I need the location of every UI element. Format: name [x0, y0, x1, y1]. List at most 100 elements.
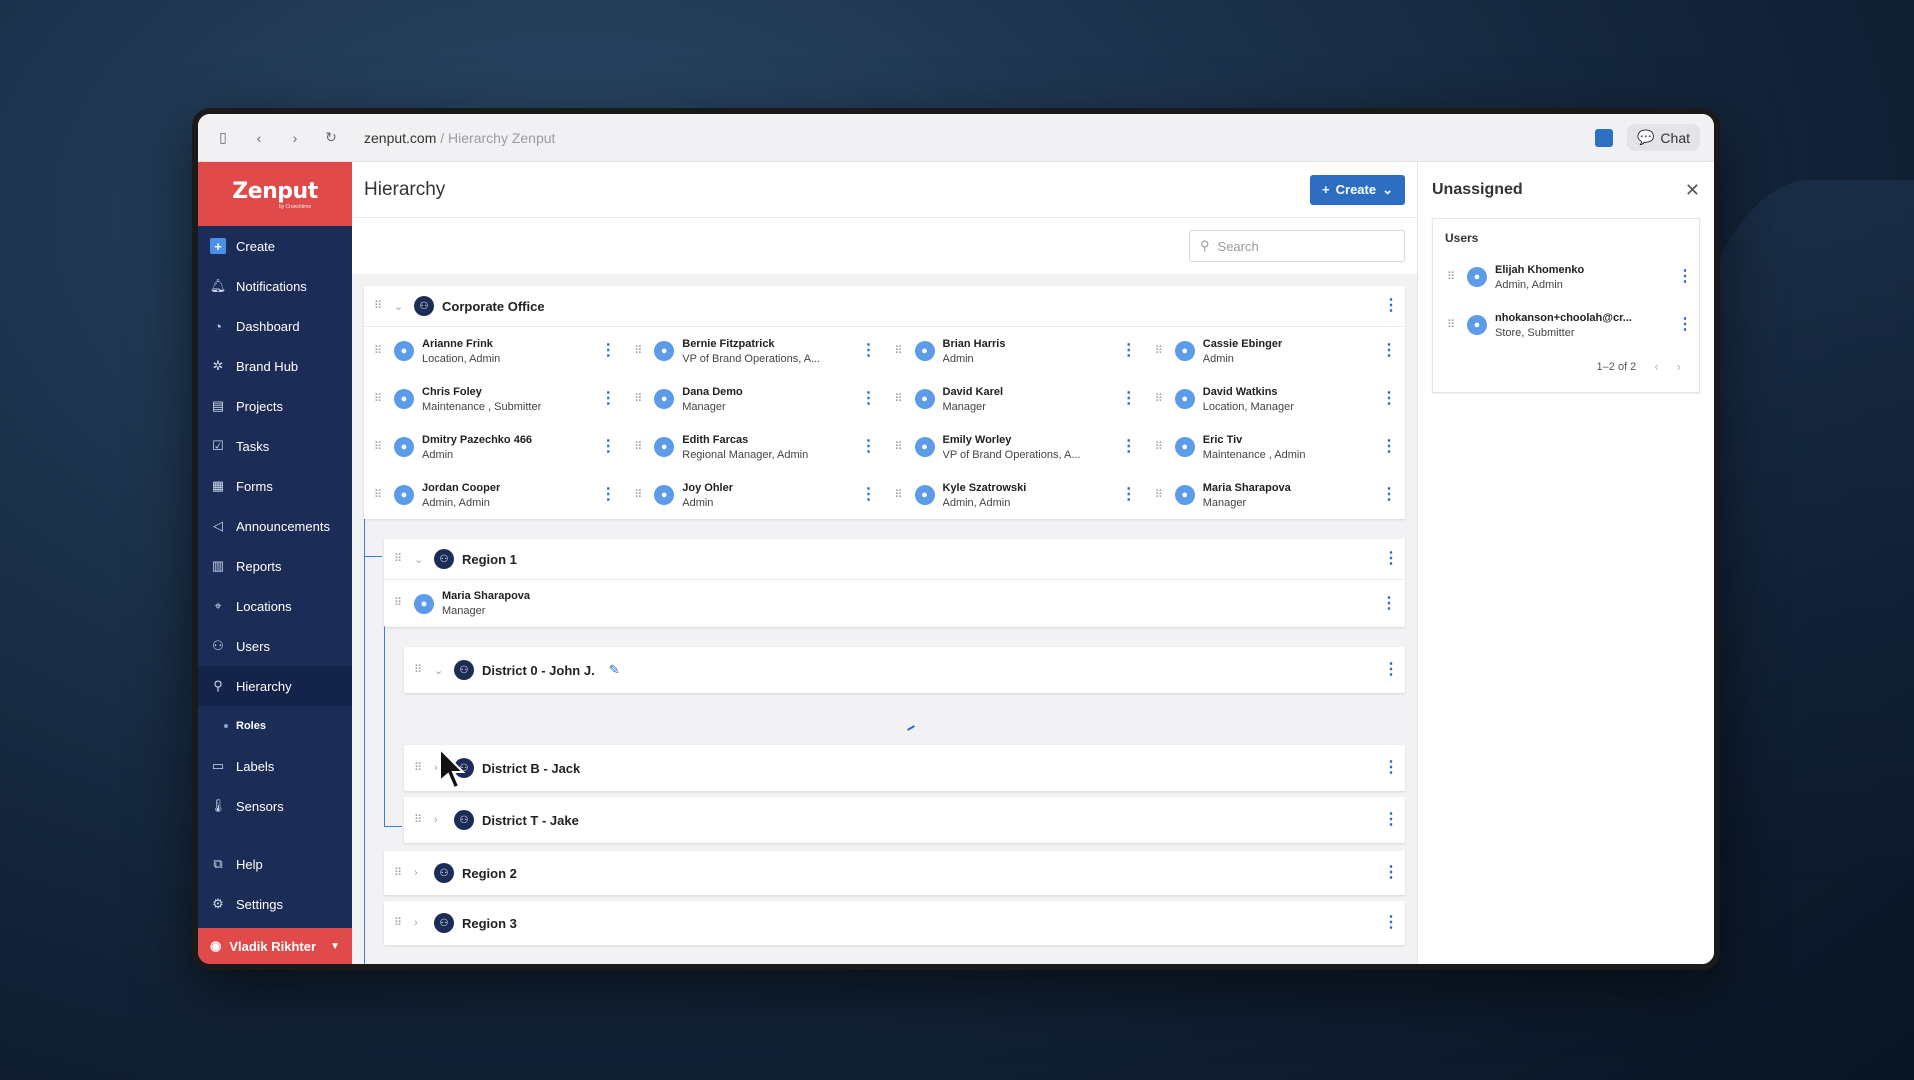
more-vertical-icon[interactable]: ⋮ [1677, 269, 1693, 285]
sidebar-item-projects[interactable]: ▤ Projects [198, 386, 352, 426]
more-vertical-icon[interactable]: ⋮ [1121, 487, 1137, 503]
sidebar-item-tasks[interactable]: ☑ Tasks [198, 426, 352, 466]
user-menu[interactable]: ◉ Vladik Rikhter ▼ [198, 928, 352, 964]
more-vertical-icon[interactable]: ⋮ [1677, 317, 1693, 333]
chevron-down-icon[interactable]: ⌄ [434, 664, 446, 677]
more-vertical-icon[interactable]: ⋮ [1383, 662, 1399, 678]
more-vertical-icon[interactable]: ⋮ [1383, 812, 1399, 828]
sidebar-item-users[interactable]: ⚇ Users [198, 626, 352, 666]
drag-handle-icon[interactable]: ⠿ [634, 489, 646, 501]
chevron-right-icon[interactable]: › [1677, 359, 1681, 374]
sidebar-item-brand-hub[interactable]: ✲ Brand Hub [198, 346, 352, 386]
sidebar-item-labels[interactable]: ▭ Labels [198, 746, 352, 786]
zenput-logo[interactable]: Zenput by Crunchtime [198, 162, 352, 226]
chevron-right-icon[interactable]: › [414, 917, 426, 929]
drag-handle-icon[interactable]: ⠿ [1155, 345, 1167, 357]
chevron-left-icon[interactable]: ‹ [1654, 359, 1658, 374]
sidebar-item-create[interactable]: + Create [198, 226, 352, 266]
sidebar-toggle-icon[interactable]: ▯ [212, 127, 234, 149]
drag-handle-icon[interactable]: ⠿ [394, 553, 406, 565]
drag-handle-icon[interactable]: ⠿ [1155, 489, 1167, 501]
drag-handle-icon[interactable]: ⠿ [634, 441, 646, 453]
sidebar-subitem-roles[interactable]: Roles [198, 706, 352, 746]
search-box[interactable]: ⚲ [1189, 230, 1405, 262]
chevron-down-icon: ⌄ [1382, 181, 1393, 197]
more-vertical-icon[interactable]: ⋮ [600, 439, 616, 455]
more-vertical-icon[interactable]: ⋮ [1121, 439, 1137, 455]
drag-handle-icon[interactable]: ⠿ [374, 489, 386, 501]
drag-handle-icon[interactable]: ⠿ [394, 598, 406, 609]
more-vertical-icon[interactable]: ⋮ [1381, 439, 1397, 455]
search-input[interactable] [1217, 238, 1388, 254]
drag-handle-icon[interactable]: ⠿ [374, 300, 386, 312]
region-2-node: ⠿ › ⚇ Region 2 ⋮ [384, 851, 1405, 895]
drag-handle-icon[interactable]: ⠿ [394, 917, 406, 929]
drag-handle-icon[interactable]: ⠿ [1447, 271, 1459, 283]
more-vertical-icon[interactable]: ⋮ [1383, 551, 1399, 567]
more-vertical-icon[interactable]: ⋮ [1381, 343, 1397, 359]
chevron-down-icon[interactable]: ⌄ [394, 300, 406, 313]
drag-handle-icon[interactable]: ⠿ [895, 489, 907, 501]
sidebar-item-hierarchy[interactable]: ⚲ Hierarchy [198, 666, 352, 706]
more-vertical-icon[interactable]: ⋮ [1383, 865, 1399, 881]
more-vertical-icon[interactable]: ⋮ [1383, 298, 1399, 314]
chevron-right-icon[interactable]: › [434, 814, 446, 826]
drag-handle-icon[interactable]: ⠿ [1155, 441, 1167, 453]
drag-handle-icon[interactable]: ⠿ [634, 393, 646, 405]
drag-handle-icon[interactable]: ⠿ [895, 345, 907, 357]
more-vertical-icon[interactable]: ⋮ [861, 391, 877, 407]
user-role: Admin, Admin [942, 496, 1011, 509]
extension-icon[interactable] [1594, 128, 1613, 147]
sidebar-item-help[interactable]: ⧉ Help [198, 844, 352, 884]
sidebar-item-notifications[interactable]: 🔔︎ Notifications [198, 266, 352, 306]
back-icon[interactable]: ‹ [248, 127, 270, 149]
chevron-right-icon[interactable]: › [414, 867, 426, 879]
more-vertical-icon[interactable]: ⋮ [1381, 391, 1397, 407]
sidebar-item-locations[interactable]: ⌖ Locations [198, 586, 352, 626]
more-vertical-icon[interactable]: ⋮ [861, 439, 877, 455]
more-vertical-icon[interactable]: ⋮ [1121, 343, 1137, 359]
drag-handle-icon[interactable]: ⠿ [374, 393, 386, 405]
more-vertical-icon[interactable]: ⋮ [861, 487, 877, 503]
drag-handle-icon[interactable]: ⠿ [634, 345, 646, 357]
create-button[interactable]: + Create ⌄ [1310, 174, 1405, 205]
drag-handle-icon[interactable]: ⠿ [414, 762, 426, 774]
drag-handle-icon[interactable]: ⠿ [394, 867, 406, 879]
user-name: Bernie Fitzpatrick [682, 337, 775, 350]
user-card: ⠿ ● David Watkins Location, Manager ⋮ [1145, 375, 1405, 423]
more-vertical-icon[interactable]: ⋮ [1383, 915, 1399, 931]
forward-icon[interactable]: › [284, 127, 306, 149]
pencil-icon[interactable]: ✎ [609, 662, 620, 678]
more-vertical-icon[interactable]: ⋮ [861, 343, 877, 359]
reload-icon[interactable]: ↻ [320, 127, 342, 149]
more-vertical-icon[interactable]: ⋮ [600, 487, 616, 503]
more-vertical-icon[interactable]: ⋮ [1121, 391, 1137, 407]
sidebar-item-settings[interactable]: ⚙ Settings [198, 884, 352, 924]
sidebar-item-sensors[interactable]: 🌡︎ Sensors [198, 786, 352, 826]
drag-handle-icon[interactable]: ⠿ [414, 664, 426, 676]
drag-handle-icon[interactable]: ⠿ [895, 393, 907, 405]
chat-button[interactable]: 💬 Chat [1626, 124, 1700, 151]
drag-handle-icon[interactable]: ⠿ [1447, 319, 1459, 331]
sidebar-item-announcements[interactable]: ◁ Announcements [198, 506, 352, 546]
user-avatar-icon: ● [654, 485, 675, 505]
drag-handle-icon[interactable]: ⠿ [414, 814, 426, 826]
more-vertical-icon[interactable]: ⋮ [600, 343, 616, 359]
sidebar-item-dashboard[interactable]: ◔ Dashboard [198, 306, 352, 346]
sidebar-item-forms[interactable]: ▦ Forms [198, 466, 352, 506]
sidebar-item-reports[interactable]: ▥ Reports [198, 546, 352, 586]
group-icon: ⚇ [454, 810, 474, 830]
drag-handle-icon[interactable]: ⠿ [374, 345, 386, 357]
more-vertical-icon[interactable]: ⋮ [1383, 760, 1399, 776]
more-vertical-icon[interactable]: ⋮ [1381, 595, 1397, 612]
drag-handle-icon[interactable]: ⠿ [1155, 393, 1167, 405]
user-card: ⠿ ● Chris Foley Maintenance , Submitter ⋮ [364, 375, 624, 423]
close-icon[interactable]: ✕ [1685, 180, 1700, 201]
drag-handle-icon[interactable]: ⠿ [895, 441, 907, 453]
address-bar[interactable]: zenput.com / Hierarchy Zenput [364, 130, 555, 146]
drag-handle-icon[interactable]: ⠿ [374, 441, 386, 453]
more-vertical-icon[interactable]: ⋮ [1381, 487, 1397, 503]
chevron-down-icon[interactable]: ⌄ [414, 553, 426, 566]
more-vertical-icon[interactable]: ⋮ [600, 391, 616, 407]
section-title: Users [1445, 231, 1479, 245]
